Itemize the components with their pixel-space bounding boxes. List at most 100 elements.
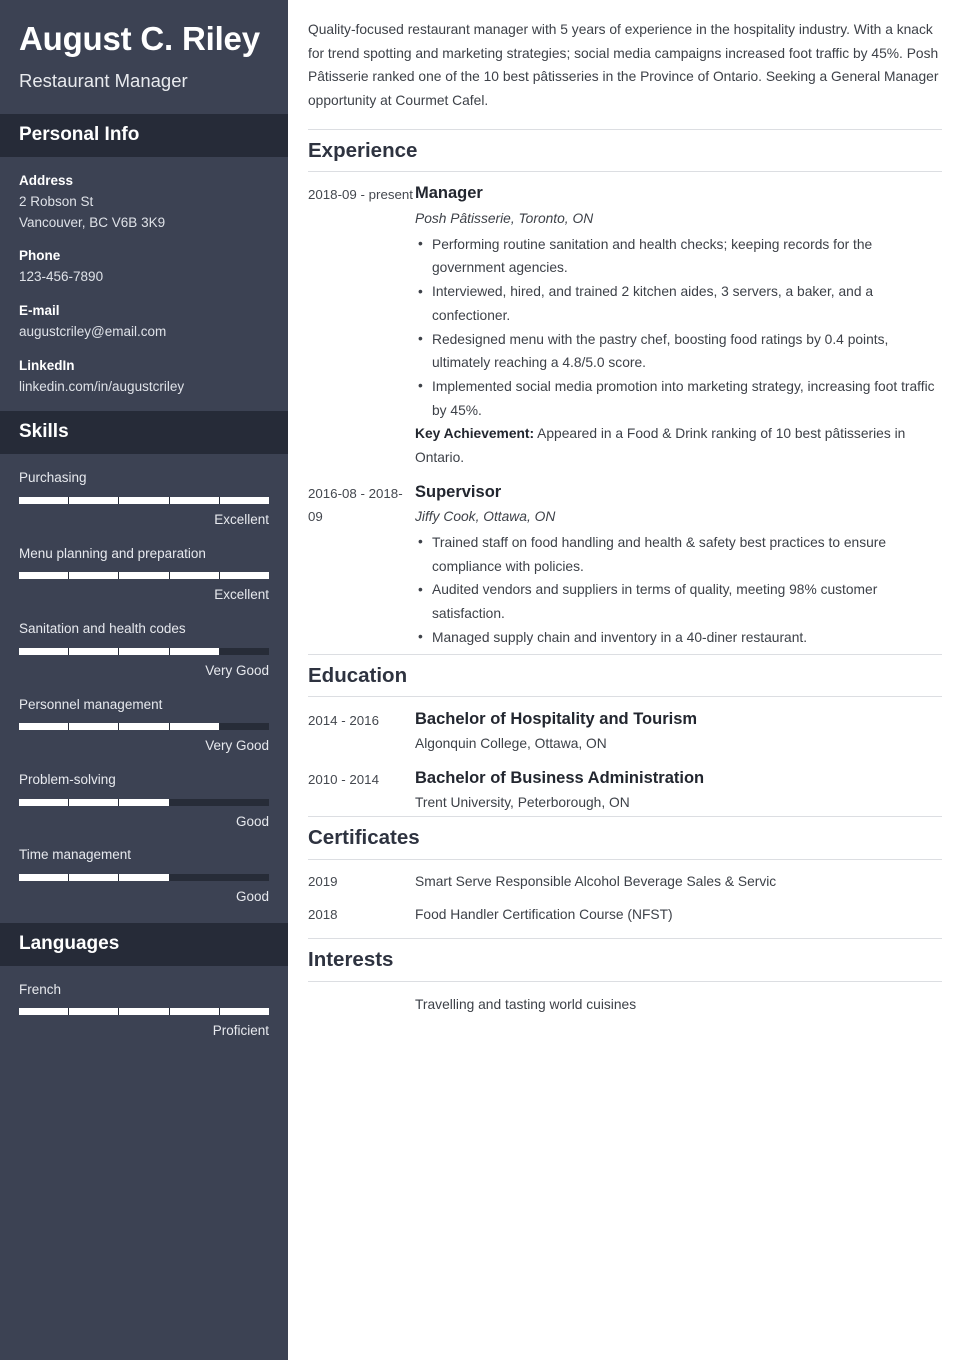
bar-segment xyxy=(219,647,270,655)
skill-level-label: Very Good xyxy=(205,662,269,678)
candidate-job-title: Restaurant Manager xyxy=(19,69,188,91)
bar-segment xyxy=(69,572,119,580)
entry-body: Supervisor Jiffy Cook, Ottawa, ON Traine… xyxy=(415,481,942,650)
language-name: French xyxy=(19,981,62,997)
resume-page: August C. Riley Restaurant Manager Perso… xyxy=(0,0,962,1360)
skill-name: Menu planning and preparation xyxy=(19,545,206,561)
entry-organization: Jiffy Cook, Ottawa, ON xyxy=(415,508,556,524)
entry-organization: Posh Pâtisserie, Toronto, ON xyxy=(415,210,594,226)
personal-info-heading: Personal Info xyxy=(19,124,140,146)
education-entry: 2010 - 2014 Bachelor of Business Adminis… xyxy=(308,767,942,814)
bar-segment xyxy=(169,723,219,731)
entry-title: Bachelor of Business Administration xyxy=(415,769,705,788)
bar-segment xyxy=(119,572,169,580)
skill-name: Problem-solving xyxy=(19,771,116,787)
bar-segment xyxy=(19,798,69,806)
sidebar-section-header-skills: Skills xyxy=(0,411,288,455)
bar-segment xyxy=(69,496,119,504)
languages-body: French Proficient xyxy=(0,966,288,1057)
experience-entries: 2018-09 - present Manager Posh Pâtisseri… xyxy=(308,172,942,649)
entry-date: 2018 xyxy=(308,907,338,923)
education-entries: 2014 - 2016 Bachelor of Hospitality and … xyxy=(308,697,942,814)
certificates-heading: Certificates xyxy=(308,826,420,850)
info-value[interactable]: linkedin.com/in/augustcriley xyxy=(19,377,269,398)
bar-segment xyxy=(219,496,270,504)
professional-summary: Quality-focused restaurant manager with … xyxy=(308,22,939,109)
skill-name: Time management xyxy=(19,847,132,863)
experience-heading: Experience xyxy=(308,138,418,162)
bar-segment xyxy=(169,647,219,655)
entry-text: Travelling and tasting world cuisines xyxy=(415,996,637,1012)
skill-level-bar xyxy=(19,873,270,881)
identity-block: August C. Riley Restaurant Manager xyxy=(0,0,288,114)
skill-row: Sanitation and health codes Very Good xyxy=(19,619,270,680)
info-item-address: Address 2 Robson St Vancouver, BC V6B 3K… xyxy=(19,171,269,233)
skill-name: Personnel management xyxy=(19,696,163,712)
entry-bullets: Trained staff on food handling and healt… xyxy=(415,530,942,650)
section-education: Education 2014 - 2016 Bachelor of Hospit… xyxy=(308,653,942,815)
entry-text: Food Handler Certification Course (NFST) xyxy=(415,907,673,923)
skill-level-label: Excellent xyxy=(214,511,269,527)
entry-title: Supervisor xyxy=(415,482,502,501)
bar-segment xyxy=(69,798,119,806)
interests-entries: Travelling and tasting world cuisines xyxy=(308,982,942,1016)
entry-date: 2016-08 - 2018-09 xyxy=(308,485,403,524)
bar-segment xyxy=(19,873,69,881)
entry-organization: Algonquin College, Ottawa, ON xyxy=(415,736,607,752)
info-item-phone: Phone 123-456-7890 xyxy=(19,246,269,288)
certificates-entries: 2019 Smart Serve Responsible Alcohol Bev… xyxy=(308,860,942,938)
bar-segment xyxy=(19,723,69,731)
bar-segment xyxy=(119,798,169,806)
entry-date: 2018-09 - present xyxy=(308,187,413,203)
skill-row: Time management Good xyxy=(19,845,270,906)
education-entry: 2014 - 2016 Bachelor of Hospitality and … xyxy=(308,708,942,755)
bar-segment xyxy=(69,873,119,881)
entry-body: Bachelor of Hospitality and Tourism Algo… xyxy=(415,708,942,755)
entry-date: 2019 xyxy=(308,874,338,890)
skill-row: Purchasing Excellent xyxy=(19,468,270,529)
info-value: 2 Robson St xyxy=(19,194,94,210)
sidebar: August C. Riley Restaurant Manager Perso… xyxy=(0,0,288,1360)
bullet-item: Interviewed, hired, and trained 2 kitche… xyxy=(415,280,942,327)
bar-segment xyxy=(19,647,69,655)
interests-section-header: Interests xyxy=(308,938,942,982)
entry-text: Smart Serve Responsible Alcohol Beverage… xyxy=(415,874,777,890)
bullet-item: Audited vendors and suppliers in terms o… xyxy=(415,578,942,625)
experience-section-header: Experience xyxy=(308,128,942,173)
bar-segment xyxy=(69,1008,119,1016)
skills-body: Purchasing Excellent Menu planning and p… xyxy=(0,454,288,923)
bullet-item: Trained staff on food handling and healt… xyxy=(415,530,942,578)
interest-entry: Travelling and tasting world cuisines xyxy=(308,994,942,1016)
bullet-item: Performing routine sanitation and health… xyxy=(415,232,942,280)
info-value: 123-456-7890 xyxy=(19,269,104,285)
section-interests: Interests Travelling and tasting world c… xyxy=(308,938,942,1016)
entry-body: Manager Posh Pâtisserie, Toronto, ON Per… xyxy=(415,182,942,469)
personal-info-body: Address 2 Robson St Vancouver, BC V6B 3K… xyxy=(0,157,288,412)
entry-organization: Trent University, Peterborough, ON xyxy=(415,795,630,811)
bullet-item: Implemented social media promotion into … xyxy=(415,374,942,422)
bar-segment xyxy=(169,798,219,806)
entry-title: Manager xyxy=(415,184,483,203)
bar-segment xyxy=(219,723,270,731)
education-heading: Education xyxy=(308,663,408,687)
info-item-email: E-mail augustcriley@email.com xyxy=(19,301,269,343)
interests-heading: Interests xyxy=(308,948,394,972)
certificates-section-header: Certificates xyxy=(308,816,942,861)
bar-segment xyxy=(19,496,69,504)
language-level-bar xyxy=(19,1008,270,1016)
entry-date: 2014 - 2016 xyxy=(308,713,379,729)
skill-level-label: Good xyxy=(235,813,269,829)
bar-segment xyxy=(119,647,169,655)
skill-level-bar xyxy=(19,723,270,731)
bar-segment xyxy=(19,572,69,580)
experience-entry: 2018-09 - present Manager Posh Pâtisseri… xyxy=(308,182,942,469)
skill-level-bar xyxy=(19,647,270,655)
entry-date: 2010 - 2014 xyxy=(308,772,379,788)
info-label: E-mail xyxy=(19,302,60,318)
info-item-linkedin: LinkedIn linkedin.com/in/augustcriley xyxy=(19,356,269,398)
bar-segment xyxy=(69,647,119,655)
info-value: augustcriley@email.com xyxy=(19,324,167,340)
bar-segment xyxy=(169,873,219,881)
entry-body: Bachelor of Business Administration Tren… xyxy=(415,767,942,814)
languages-heading: Languages xyxy=(19,932,120,954)
